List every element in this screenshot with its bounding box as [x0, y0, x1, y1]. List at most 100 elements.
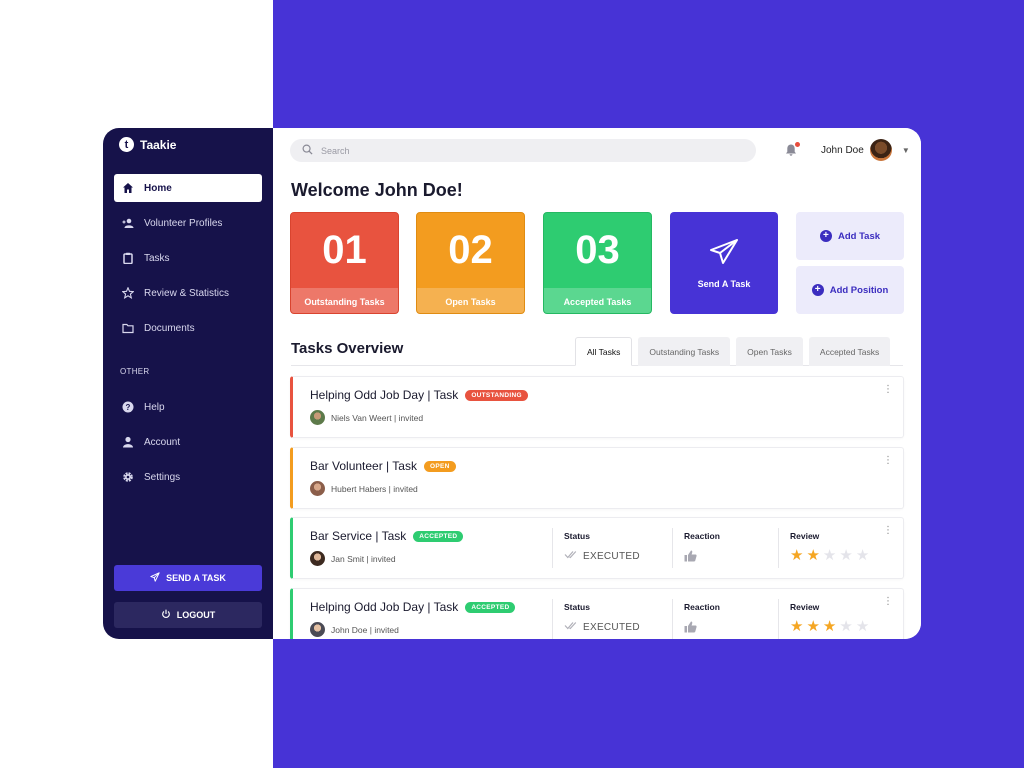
- send-task-card[interactable]: Send A Task: [670, 212, 778, 314]
- star-filled-icon[interactable]: ★: [790, 619, 803, 634]
- avatar: [310, 410, 325, 425]
- brand-logo: t: [119, 137, 134, 152]
- stat-card-outstanding[interactable]: 01 Outstanding Tasks: [290, 212, 399, 314]
- task-title: Helping Odd Job Day | Task: [310, 600, 459, 614]
- sidebar-item-home[interactable]: Home: [114, 174, 262, 202]
- task-tabs: All Tasks Outstanding Tasks Open Tasks A…: [575, 337, 891, 366]
- sidebar-item-volunteer-profiles[interactable]: Volunteer Profiles: [114, 209, 262, 237]
- task-card[interactable]: Helping Odd Job Day | Task ACCEPTED John…: [290, 588, 904, 639]
- sidebar-item-label: Help: [144, 401, 165, 413]
- add-task-button[interactable]: + Add Task: [796, 212, 904, 260]
- gear-icon: [122, 471, 134, 483]
- reaction-column-label: Reaction: [684, 531, 720, 541]
- review-column-label: Review: [790, 602, 820, 612]
- double-check-icon: [564, 550, 577, 562]
- sidebar: t Taakie Home Volunteer Profiles Tasks R…: [103, 128, 273, 639]
- sidebar-item-account[interactable]: Account: [114, 428, 262, 456]
- reaction-column-label: Reaction: [684, 602, 720, 612]
- avatar: [310, 622, 325, 637]
- sidebar-item-label: Account: [144, 436, 181, 448]
- status-badge: ACCEPTED: [465, 601, 516, 613]
- thumbs-up-icon[interactable]: [684, 620, 697, 638]
- sidebar-item-label: Home: [144, 182, 172, 194]
- tab-all-tasks[interactable]: All Tasks: [575, 337, 633, 366]
- main-nav: Home Volunteer Profiles Tasks Review & S…: [114, 174, 262, 349]
- help-icon: ?: [122, 401, 134, 413]
- search-input[interactable]: [321, 145, 721, 156]
- task-card[interactable]: Helping Odd Job Day | Task OUTSTANDING N…: [290, 376, 904, 438]
- task-assignee: Jan Smit | invited: [331, 553, 396, 564]
- thumbs-up-icon[interactable]: [684, 549, 697, 567]
- star-empty-icon[interactable]: ★: [856, 619, 869, 634]
- sidebar-item-tasks[interactable]: Tasks: [114, 244, 262, 272]
- task-title: Bar Volunteer | Task: [310, 459, 417, 473]
- stat-number: 02: [448, 228, 493, 272]
- review-column-label: Review: [790, 531, 820, 541]
- other-nav: ? Help Account Settings: [114, 393, 262, 498]
- add-position-button[interactable]: + Add Position: [796, 266, 904, 314]
- star-filled-icon[interactable]: ★: [823, 619, 836, 634]
- tab-accepted-tasks[interactable]: Accepted Tasks: [808, 337, 891, 366]
- task-card[interactable]: Bar Volunteer | Task OPEN Hubert Habers …: [290, 447, 904, 509]
- star-rating[interactable]: ★ ★ ★ ★ ★: [790, 548, 869, 563]
- tab-open-tasks[interactable]: Open Tasks: [736, 337, 803, 366]
- send-task-card-label: Send A Task: [697, 278, 751, 289]
- search-bar[interactable]: [290, 139, 756, 162]
- more-options-icon[interactable]: ⋮: [883, 456, 893, 466]
- double-check-icon: [564, 621, 577, 633]
- column-divider: [672, 528, 673, 568]
- paper-plane-icon: [709, 238, 739, 271]
- task-card[interactable]: Bar Service | Task ACCEPTED Jan Smit | i…: [290, 517, 904, 579]
- stat-card-open[interactable]: 02 Open Tasks: [416, 212, 525, 314]
- brand-name: Taakie: [140, 137, 177, 152]
- status-column-label: Status: [564, 602, 590, 612]
- status-value: EXECUTED: [564, 621, 640, 633]
- sidebar-item-settings[interactable]: Settings: [114, 463, 262, 491]
- stat-label: Accepted Tasks: [544, 288, 651, 313]
- more-options-icon[interactable]: ⋮: [883, 526, 893, 536]
- power-icon: [161, 609, 171, 621]
- task-title: Helping Odd Job Day | Task: [310, 388, 459, 402]
- logout-button[interactable]: LOGOUT: [114, 602, 262, 628]
- star-empty-icon[interactable]: ★: [823, 548, 836, 563]
- send-task-label: SEND A TASK: [166, 573, 226, 583]
- status-text: EXECUTED: [583, 550, 640, 562]
- star-empty-icon[interactable]: ★: [856, 548, 869, 563]
- main-content: John Doe ▼ Welcome John Doe! 01 Outstand…: [273, 128, 921, 639]
- clipboard-icon: [122, 252, 134, 264]
- sidebar-item-label: Tasks: [144, 252, 170, 264]
- column-divider: [552, 528, 553, 568]
- status-badge: OUTSTANDING: [465, 389, 528, 401]
- plus-circle-icon: +: [811, 284, 824, 296]
- star-filled-icon[interactable]: ★: [790, 548, 803, 563]
- star-filled-icon[interactable]: ★: [806, 619, 819, 634]
- chevron-down-icon: ▼: [901, 145, 910, 155]
- tab-outstanding-tasks[interactable]: Outstanding Tasks: [638, 337, 731, 366]
- sidebar-item-label: Volunteer Profiles: [144, 217, 223, 229]
- more-options-icon[interactable]: ⋮: [883, 385, 893, 395]
- send-task-button[interactable]: SEND A TASK: [114, 565, 262, 591]
- task-title: Bar Service | Task: [310, 529, 407, 543]
- sidebar-item-review-statistics[interactable]: Review & Statistics: [114, 279, 262, 307]
- add-position-label: Add Position: [829, 284, 889, 296]
- sidebar-item-help[interactable]: ? Help: [114, 393, 262, 421]
- star-icon: [122, 287, 134, 299]
- sidebar-item-documents[interactable]: Documents: [114, 314, 262, 342]
- star-filled-icon[interactable]: ★: [806, 548, 819, 563]
- page-title: Welcome John Doe!: [291, 180, 463, 200]
- star-empty-icon[interactable]: ★: [839, 548, 852, 563]
- brand[interactable]: t Taakie: [119, 137, 176, 152]
- user-menu[interactable]: John Doe ▼: [821, 139, 910, 161]
- svg-text:?: ?: [126, 403, 131, 412]
- star-rating[interactable]: ★ ★ ★ ★ ★: [790, 619, 869, 634]
- stat-number: 03: [575, 228, 620, 272]
- sidebar-item-label: Review & Statistics: [144, 287, 230, 299]
- status-text: EXECUTED: [583, 621, 640, 633]
- person-add-icon: [122, 217, 134, 229]
- add-task-label: Add Task: [837, 230, 881, 242]
- stat-card-accepted[interactable]: 03 Accepted Tasks: [543, 212, 652, 314]
- folder-icon: [122, 322, 134, 334]
- more-options-icon[interactable]: ⋮: [883, 597, 893, 607]
- star-empty-icon[interactable]: ★: [839, 619, 852, 634]
- sidebar-item-label: Documents: [144, 322, 195, 334]
